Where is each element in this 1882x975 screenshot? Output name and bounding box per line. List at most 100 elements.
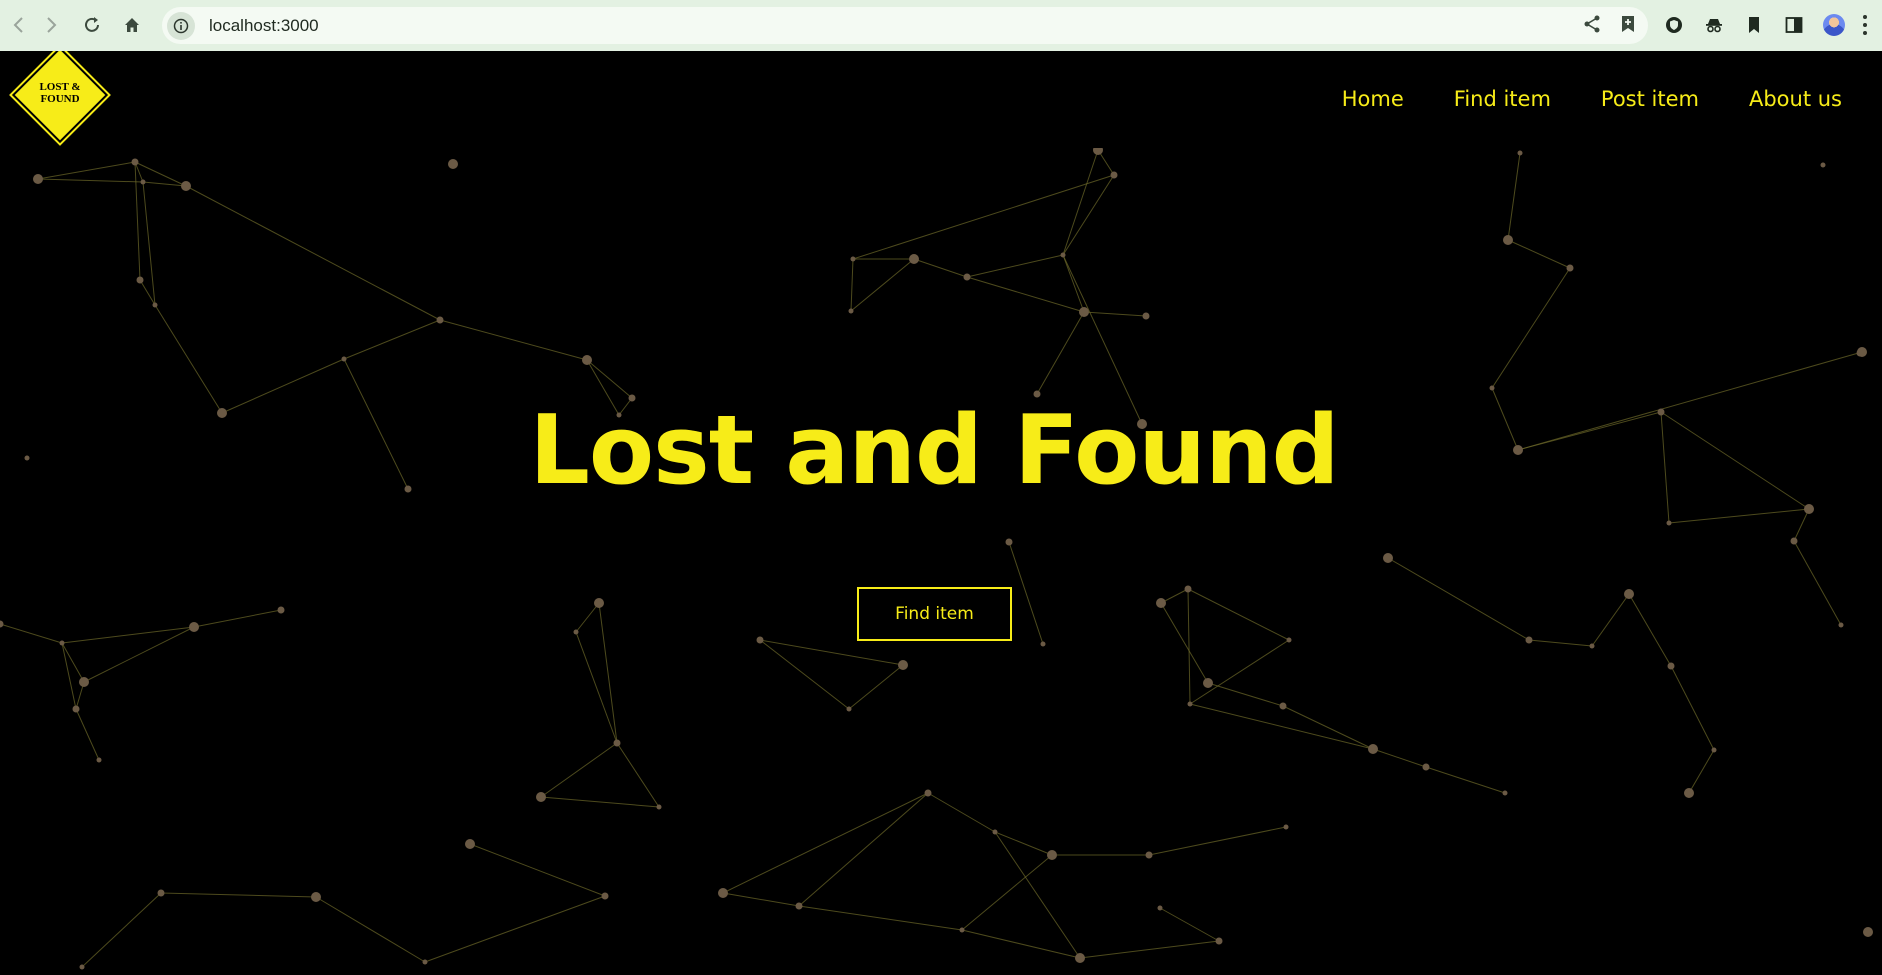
network-node <box>277 606 285 614</box>
network-link <box>1668 508 1810 524</box>
network-link <box>37 178 144 183</box>
network-node <box>795 902 803 910</box>
network-node <box>1525 636 1533 644</box>
network-node <box>1667 662 1675 670</box>
network-node <box>756 636 764 644</box>
network-link <box>927 792 996 833</box>
profile-avatar[interactable] <box>1820 11 1848 39</box>
network-link <box>759 639 850 710</box>
network-node <box>1383 553 1393 563</box>
network-node <box>1624 589 1634 599</box>
network-link <box>1159 907 1220 942</box>
network-node <box>341 356 347 362</box>
url-text[interactable]: localhost:3000 <box>209 16 319 36</box>
network-link <box>1688 749 1715 794</box>
hero-title: Lost and Found <box>529 396 1339 506</box>
network-link <box>61 642 77 710</box>
network-node <box>72 705 80 713</box>
network-node <box>898 660 908 670</box>
network-node <box>992 829 998 835</box>
info-icon[interactable] <box>167 11 195 40</box>
network-node <box>1187 701 1193 707</box>
network-node <box>1863 927 1873 937</box>
extensions-bar <box>1660 6 1868 44</box>
network-link <box>1793 540 1842 626</box>
network-link <box>343 319 441 360</box>
nav-about-us[interactable]: About us <box>1749 87 1842 111</box>
network-link <box>142 181 156 306</box>
network-link <box>1507 239 1571 269</box>
network-node <box>846 706 852 712</box>
reload-icon[interactable] <box>73 6 111 44</box>
network-node <box>465 839 475 849</box>
network-link <box>961 854 1053 931</box>
network-link <box>1189 639 1290 705</box>
network-link <box>1160 602 1209 684</box>
network-link <box>1062 174 1115 256</box>
network-node <box>1184 585 1192 593</box>
nav-home[interactable]: Home <box>1342 87 1404 111</box>
network-link <box>722 892 800 907</box>
browser-toolbar: localhost:3000 <box>0 0 1882 51</box>
home-icon[interactable] <box>113 6 151 44</box>
network-link <box>83 626 195 683</box>
network-node <box>1790 537 1798 545</box>
network-node <box>1145 851 1153 859</box>
network-link <box>61 642 85 683</box>
incognito-extension-icon[interactable] <box>1700 11 1728 39</box>
sidepanel-icon[interactable] <box>1780 11 1808 39</box>
network-link <box>913 258 968 278</box>
network-link <box>759 639 904 666</box>
network-link <box>1425 766 1506 794</box>
network-node <box>1684 788 1694 798</box>
network-link <box>994 831 1053 856</box>
network-node <box>1203 678 1213 688</box>
network-link <box>722 792 929 894</box>
network-node <box>1075 953 1085 963</box>
network-node <box>594 598 604 608</box>
find-item-button[interactable]: Find item <box>857 587 1012 641</box>
network-link <box>540 796 660 808</box>
nav-find-item[interactable]: Find item <box>1454 87 1551 111</box>
share-icon[interactable] <box>1582 14 1602 38</box>
network-link <box>852 174 1115 260</box>
network-node <box>136 276 144 284</box>
network-node <box>1279 702 1287 710</box>
kebab-menu-icon[interactable] <box>1862 15 1868 35</box>
network-node <box>850 256 856 262</box>
network-node <box>601 892 609 900</box>
network-node <box>1566 264 1574 272</box>
nav-post-item[interactable]: Post item <box>1601 87 1699 111</box>
network-link <box>424 895 606 963</box>
network-link <box>81 892 162 968</box>
network-node <box>152 302 158 308</box>
shield-extension-icon[interactable] <box>1660 11 1688 39</box>
network-link <box>37 161 136 180</box>
network-node <box>1283 824 1289 830</box>
network-node <box>59 640 65 646</box>
network-node <box>79 964 85 970</box>
network-link <box>439 319 588 361</box>
network-node <box>924 789 932 797</box>
network-node <box>448 159 458 169</box>
network-node <box>1142 312 1150 320</box>
network-node <box>1517 150 1523 156</box>
address-bar[interactable]: localhost:3000 <box>162 7 1648 44</box>
network-node <box>959 927 965 933</box>
bookmark-extension-icon[interactable] <box>1740 11 1768 39</box>
network-link <box>575 631 618 744</box>
bookmark-add-icon[interactable] <box>1618 14 1638 38</box>
network-node <box>656 804 662 810</box>
network-link <box>1062 254 1085 313</box>
network-link <box>1628 593 1672 667</box>
network-link <box>616 742 660 808</box>
network-link <box>1036 311 1085 395</box>
network-link <box>961 929 1081 959</box>
network-node <box>848 308 854 314</box>
forward-arrow-icon[interactable] <box>32 6 70 44</box>
logo-text-line2: FOUND <box>40 93 80 105</box>
network-node <box>96 757 102 763</box>
network-node <box>1005 538 1013 546</box>
network-link <box>575 602 600 633</box>
network-link <box>1079 940 1220 959</box>
